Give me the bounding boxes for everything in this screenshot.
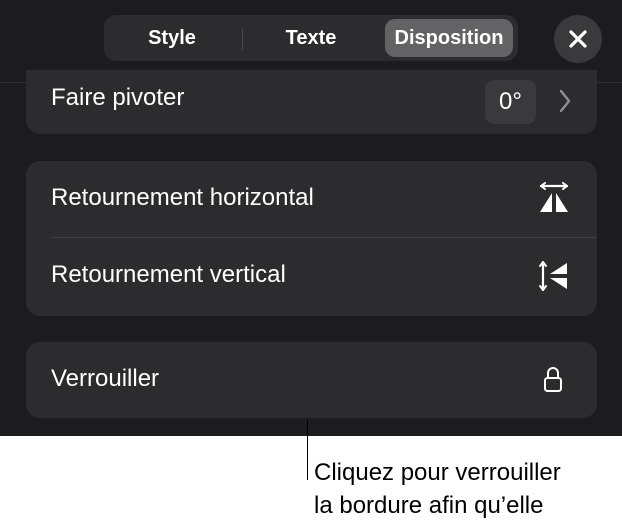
- flip-vertical-row[interactable]: Retournement vertical: [26, 238, 597, 314]
- flip-group: Retournement horizontal Retournement ver…: [26, 161, 597, 316]
- format-tab-bar: Style Texte Disposition: [104, 15, 518, 61]
- lock-row[interactable]: Verrouiller: [26, 342, 597, 418]
- callout-text: Cliquez pour verrouiller la bordure afin…: [314, 459, 561, 519]
- rotate-label: Faire pivoter: [51, 84, 185, 111]
- flip-horizontal-icon: [539, 182, 569, 212]
- close-icon: [569, 30, 587, 48]
- flip-vertical-icon: [539, 260, 567, 292]
- flip-horizontal-row[interactable]: Retournement horizontal: [26, 161, 597, 237]
- close-button[interactable]: [554, 15, 602, 63]
- flip-vertical-label: Retournement vertical: [51, 261, 286, 288]
- flip-horizontal-label: Retournement horizontal: [51, 184, 314, 211]
- format-panel: Style Texte Disposition Faire pivoter 0°…: [0, 0, 622, 436]
- lock-icon: [544, 367, 562, 392]
- lock-label: Verrouiller: [51, 365, 160, 392]
- rotate-row: Faire pivoter 0°: [26, 70, 597, 134]
- tab-disposition[interactable]: Disposition: [385, 19, 513, 57]
- callout-line: [307, 420, 308, 480]
- tab-divider: [242, 28, 243, 50]
- tab-style[interactable]: Style: [112, 19, 232, 57]
- rotation-angle-field[interactable]: 0°: [485, 80, 536, 124]
- tab-texte[interactable]: Texte: [247, 19, 375, 57]
- chevron-right-icon[interactable]: [559, 89, 571, 113]
